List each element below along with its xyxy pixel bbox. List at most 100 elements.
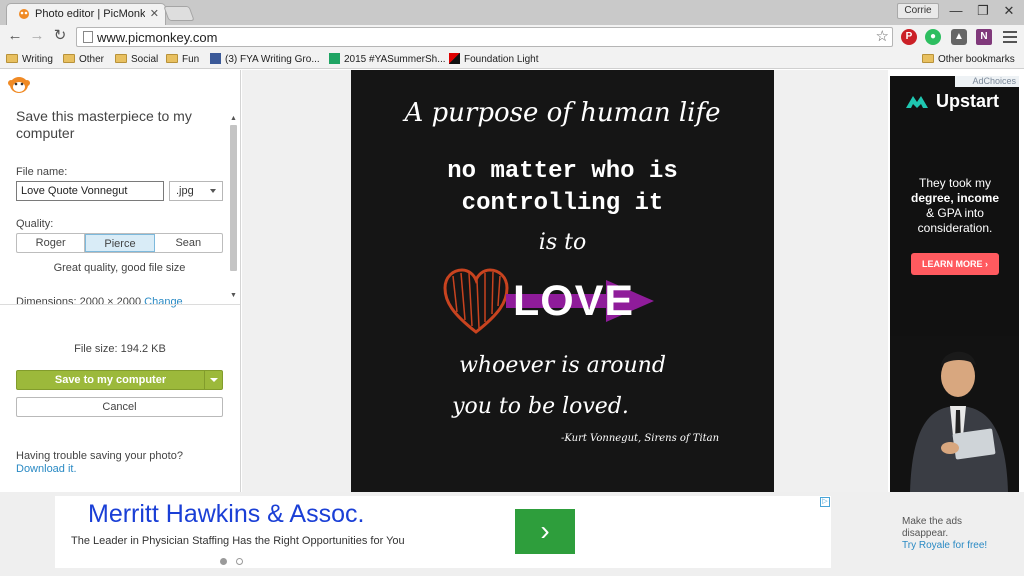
evernote-icon[interactable]: ● xyxy=(925,29,941,45)
sheets-icon xyxy=(329,53,340,64)
quality-selector: Roger Pierce Sean xyxy=(16,233,223,253)
download-link[interactable]: Download it. xyxy=(16,463,183,476)
businessman-image xyxy=(890,336,1019,492)
format-select[interactable]: .jpg xyxy=(169,181,223,201)
scroll-down-icon[interactable]: ▼ xyxy=(230,292,237,299)
quote-line-6: you to be loved. xyxy=(452,394,629,419)
quote-credit: -Kurt Vonnegut, Sirens of Titan xyxy=(561,433,720,444)
stamp-icon[interactable]: ▲ xyxy=(951,29,967,45)
file-size: File size: 194.2 KB xyxy=(74,343,166,355)
quote-line-1: A purpose of human life xyxy=(404,98,721,128)
forward-icon[interactable]: → xyxy=(28,27,46,45)
file-name-label: File name: xyxy=(16,166,68,178)
tab-title: Photo editor | PicMonkey xyxy=(35,8,145,20)
quote-image: A purpose of human life no matter who is… xyxy=(351,70,774,492)
dimensions-label: Dimensions: xyxy=(16,296,77,308)
pinterest-icon[interactable]: P xyxy=(901,29,917,45)
address-bar[interactable]: www.picmonkey.com ☆ xyxy=(76,27,893,47)
adchoices-label[interactable]: AdChoices xyxy=(955,76,1019,87)
url-text[interactable]: www.picmonkey.com xyxy=(97,30,217,45)
save-panel-title: Save this masterpiece to my computer xyxy=(16,108,192,141)
upstart-ad[interactable] xyxy=(890,76,1019,492)
quality-option-roger[interactable]: Roger xyxy=(17,234,86,252)
make-ads-line-2: disappear. xyxy=(902,528,949,539)
format-value: .jpg xyxy=(176,185,194,197)
ad-info-icon[interactable]: ▷ xyxy=(820,497,830,507)
browser-tab[interactable]: Photo editor | PicMonkey ✕ xyxy=(6,3,166,25)
upstart-logo-icon xyxy=(906,96,928,108)
chrome-menu-icon[interactable] xyxy=(1003,28,1017,46)
bookmarks-bar: Writing Other Social Fun (3) FYA Writing… xyxy=(0,49,1024,69)
trouble-question: Having trouble saving your photo? xyxy=(16,450,183,462)
picmonkey-favicon-icon xyxy=(19,9,29,19)
dimensions-row: Dimensions: 2000 × 2000 Change xyxy=(16,296,183,308)
quality-option-pierce[interactable]: Pierce xyxy=(85,234,155,252)
folder-icon xyxy=(166,54,178,63)
facebook-icon xyxy=(210,53,221,64)
make-ads-line-1: Make the ads xyxy=(902,516,963,527)
restore-icon[interactable]: ❐ xyxy=(970,1,996,21)
bookmark-fya-writing[interactable]: (3) FYA Writing Gro... xyxy=(210,52,320,67)
title-bar: Photo editor | PicMonkey ✕ Corrie — ❐ ✕ xyxy=(0,0,1024,25)
save-panel: Save this masterpiece to my computer Fil… xyxy=(0,70,241,492)
quality-option-sean[interactable]: Sean xyxy=(155,234,222,252)
headline-line-3: & GPA into xyxy=(926,206,984,220)
foundation-icon xyxy=(449,53,460,64)
save-options-dropdown[interactable] xyxy=(204,371,222,389)
bookmark-writing[interactable]: Writing xyxy=(6,52,53,67)
minimize-icon[interactable]: — xyxy=(943,1,969,21)
panel-scrollbar[interactable]: ▲ ▼ xyxy=(228,115,239,302)
quote-line-2: no matter who is xyxy=(447,158,678,185)
carousel-dot-active[interactable] xyxy=(220,558,227,565)
reload-icon[interactable]: ↻ xyxy=(51,27,69,45)
cancel-button[interactable]: Cancel xyxy=(16,397,223,417)
change-dimensions-link[interactable]: Change xyxy=(144,296,183,308)
scroll-thumb[interactable] xyxy=(230,125,237,271)
close-icon[interactable]: ✕ xyxy=(996,1,1022,21)
make-ads-disappear: Make the ads disappear. Try Royale for f… xyxy=(902,516,987,552)
bottom-ad-description: The Leader in Physician Staffing Has the… xyxy=(71,535,405,547)
quote-line-3: controlling it xyxy=(461,190,664,217)
quote-line-4: is to xyxy=(538,230,587,255)
upstart-headline: They took my degree, income & GPA into c… xyxy=(895,176,1015,236)
back-icon[interactable]: ← xyxy=(6,27,24,45)
bookmark-yasummer[interactable]: 2015 #YASummerSh... xyxy=(329,52,446,67)
bookmark-star-icon[interactable]: ☆ xyxy=(876,27,889,45)
new-tab-button[interactable] xyxy=(163,6,195,21)
dimensions-value: 2000 × 2000 xyxy=(79,296,142,308)
love-word: LOVE xyxy=(513,277,635,325)
profile-button[interactable]: Corrie xyxy=(897,3,939,19)
headline-line-4: consideration. xyxy=(917,221,993,235)
browser-toolbar: ← → ↻ www.picmonkey.com ☆ P ● ▲ N xyxy=(0,25,1024,49)
bookmark-foundation-light[interactable]: Foundation Light xyxy=(449,52,539,67)
bottom-ad-arrow-button[interactable]: › xyxy=(515,509,575,554)
scroll-up-icon[interactable]: ▲ xyxy=(230,115,237,122)
onenote-icon[interactable]: N xyxy=(976,29,992,45)
trouble-saving-text: Having trouble saving your photo? Downlo… xyxy=(16,450,183,476)
picmonkey-logo-icon[interactable] xyxy=(8,76,30,94)
panel-divider xyxy=(0,304,240,305)
other-bookmarks[interactable]: Other bookmarks xyxy=(922,52,1015,67)
folder-icon xyxy=(922,54,934,63)
bookmark-social[interactable]: Social xyxy=(115,52,158,67)
carousel-dot[interactable] xyxy=(236,558,243,565)
save-button-label: Save to my computer xyxy=(54,374,167,386)
folder-icon xyxy=(6,54,18,63)
chevron-down-icon xyxy=(210,189,216,193)
learn-more-button[interactable]: LEARN MORE › xyxy=(911,253,999,275)
quality-label: Quality: xyxy=(16,218,54,230)
headline-line-2: degree, income xyxy=(910,191,1000,205)
bottom-ad-title[interactable]: Merritt Hawkins & Assoc. xyxy=(88,500,364,529)
try-royale-link[interactable]: Try Royale for free! xyxy=(902,540,987,552)
file-name-input[interactable] xyxy=(16,181,164,201)
headline-line-1: They took my xyxy=(918,176,992,190)
quality-description: Great quality, good file size xyxy=(53,262,186,274)
upstart-brand: Upstart xyxy=(936,91,1000,111)
folder-icon xyxy=(63,54,75,63)
page-icon xyxy=(83,31,93,43)
bookmark-other[interactable]: Other xyxy=(63,52,104,67)
save-to-computer-button[interactable]: Save to my computer xyxy=(16,370,223,390)
tab-close-icon[interactable]: ✕ xyxy=(150,7,159,20)
bookmark-fun[interactable]: Fun xyxy=(166,52,199,67)
folder-icon xyxy=(115,54,127,63)
